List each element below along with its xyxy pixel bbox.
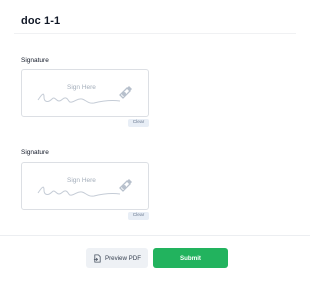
clear-button-2[interactable]: Clear (128, 212, 149, 220)
clear-button-1[interactable]: Clear (128, 119, 149, 127)
signature-pad-1[interactable]: Sign Here (21, 69, 149, 117)
document-preview-icon (93, 253, 101, 263)
header-divider (14, 33, 296, 34)
preview-pdf-button[interactable]: Preview PDF (86, 248, 148, 268)
signature-placeholder-2: Sign Here (67, 177, 96, 184)
pen-icon (119, 179, 132, 192)
signature-scribble-icon (37, 86, 132, 104)
signature-label-1: Signature (21, 57, 49, 64)
signature-label-2: Signature (21, 149, 49, 156)
signature-scribble-icon (37, 179, 132, 197)
footer-divider (0, 235, 310, 236)
signature-pad-2[interactable]: Sign Here (21, 162, 149, 210)
signature-placeholder-1: Sign Here (67, 84, 96, 91)
preview-pdf-label: Preview PDF (104, 254, 142, 262)
page-title: doc 1-1 (21, 15, 61, 27)
page-header: doc 1-1 (0, 0, 310, 34)
submit-button[interactable]: Submit (153, 248, 228, 268)
pen-icon (119, 86, 132, 99)
